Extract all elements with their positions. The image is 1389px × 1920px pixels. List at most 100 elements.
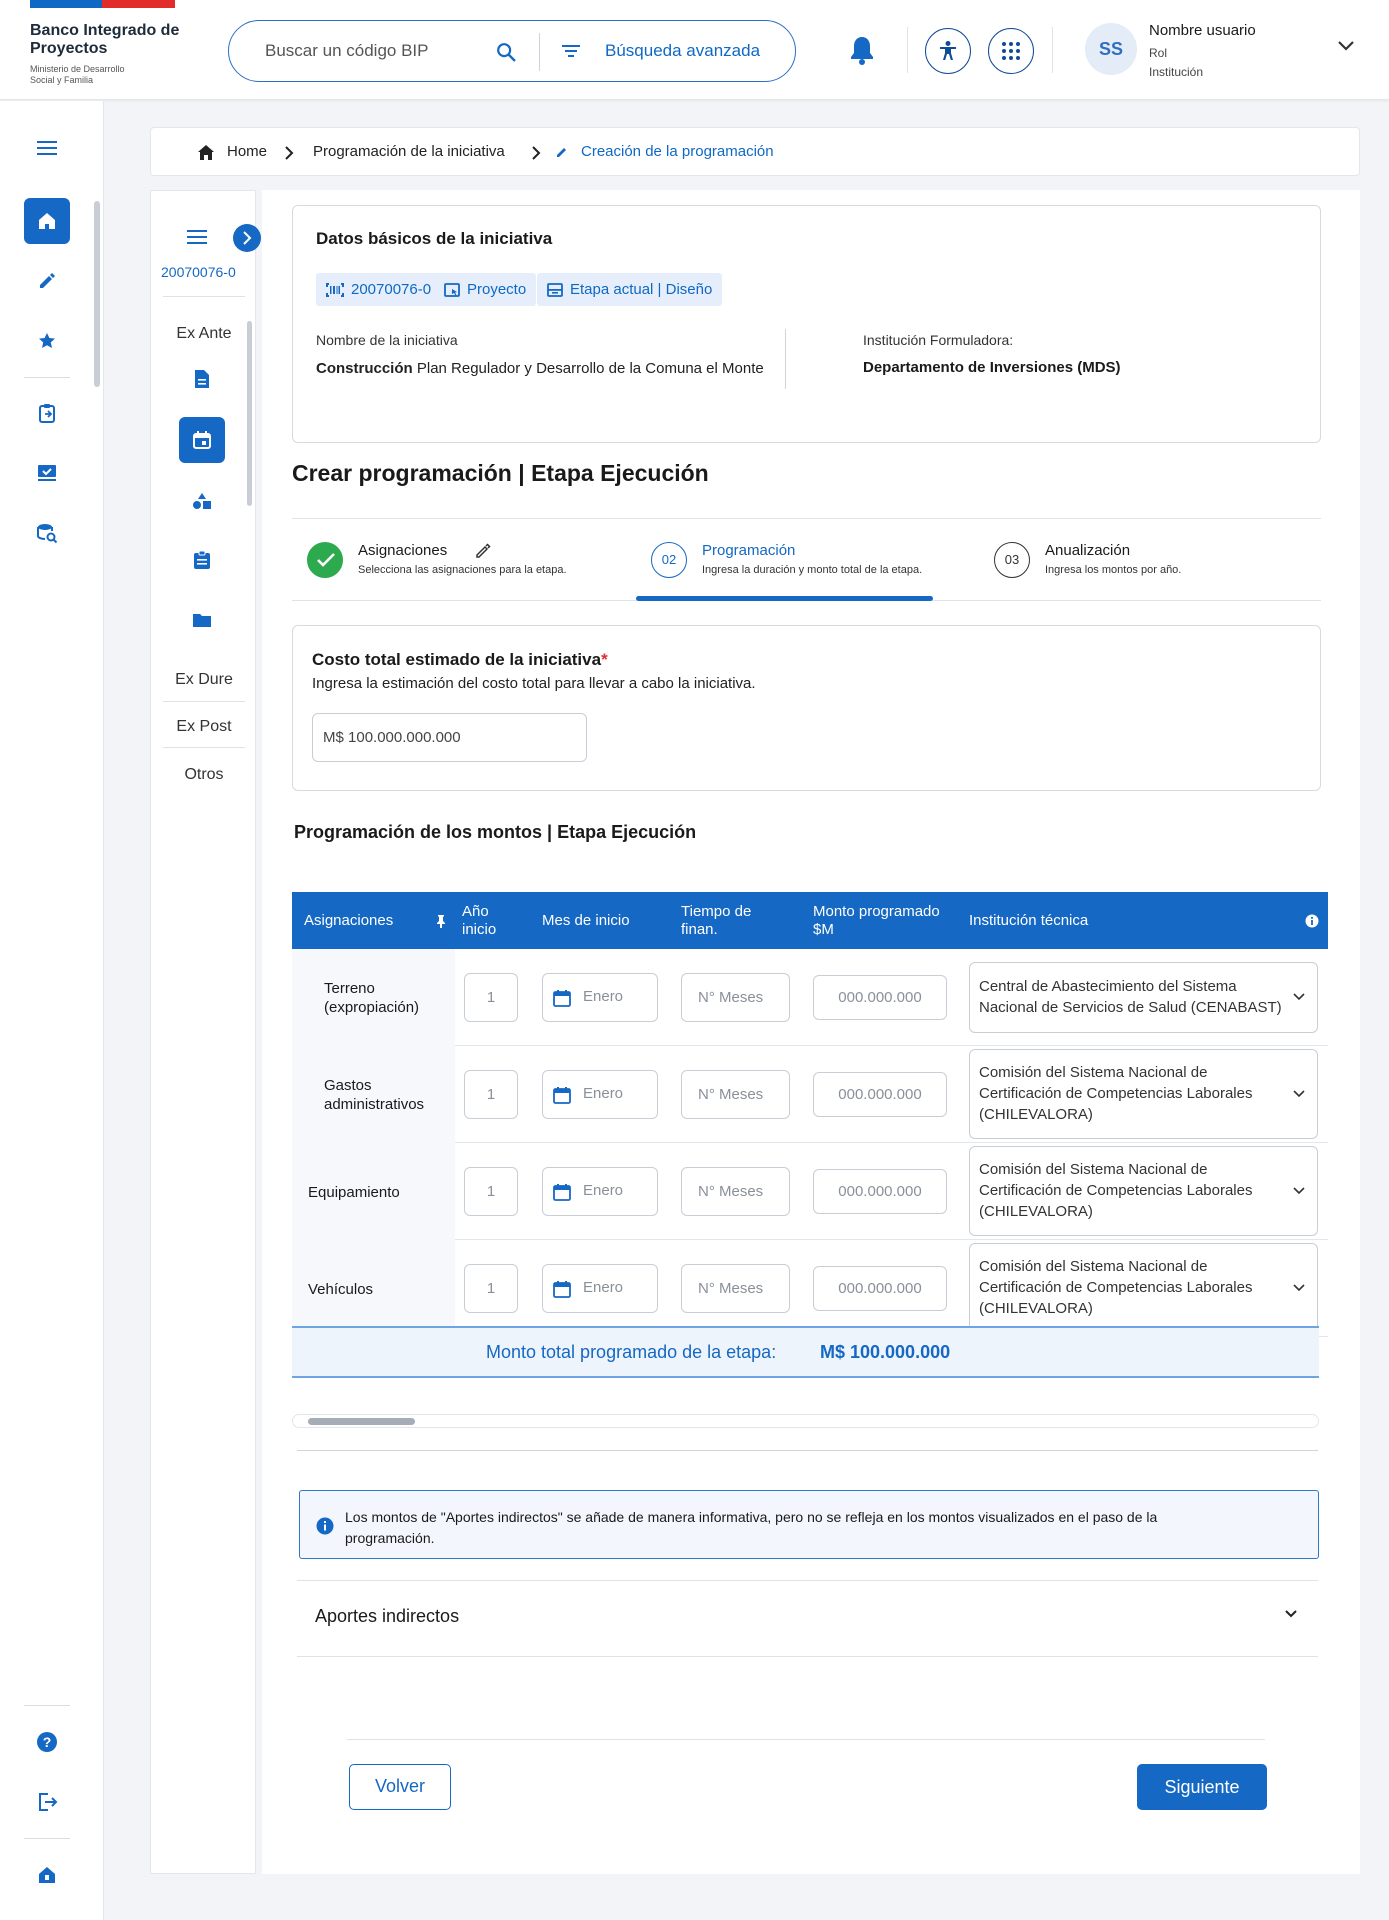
total-cost-description: Ingresa la estimación del costo total pa… bbox=[312, 675, 756, 692]
brand-logo[interactable]: Banco Integrado de Proyectos Ministerio … bbox=[30, 22, 190, 86]
sidebar-ex-dure[interactable]: Ex Dure bbox=[151, 671, 257, 689]
search-bar[interactable]: Buscar un código BIP Búsqueda avanzada bbox=[228, 20, 796, 82]
pin-icon[interactable] bbox=[435, 914, 447, 928]
check-icon bbox=[307, 542, 343, 578]
chevron-down-icon bbox=[1293, 1090, 1305, 1098]
filter-icon bbox=[561, 42, 581, 60]
month-picker[interactable]: Enero bbox=[542, 1070, 658, 1119]
institution-label: Institución Formuladora: bbox=[863, 332, 1014, 348]
breadcrumb-home[interactable]: Home bbox=[227, 143, 267, 160]
star-icon[interactable] bbox=[24, 318, 70, 364]
menu-icon[interactable] bbox=[187, 229, 207, 245]
chevron-down-icon bbox=[1293, 1284, 1305, 1292]
sidebar-ex-ante[interactable]: Ex Ante bbox=[151, 325, 257, 343]
amount-input[interactable]: 000.000.000 bbox=[813, 975, 947, 1020]
database-search-icon[interactable] bbox=[24, 510, 70, 556]
left-rail: ? bbox=[0, 101, 104, 1920]
brand-flag bbox=[30, 0, 175, 8]
basic-data-title: Datos básicos de la iniciativa bbox=[316, 229, 553, 248]
chevron-right-icon bbox=[243, 231, 252, 245]
month-picker[interactable]: Enero bbox=[542, 1264, 658, 1313]
year-input[interactable]: 1 bbox=[464, 973, 518, 1022]
rail-scrollbar[interactable] bbox=[94, 201, 100, 387]
sidebar-otros[interactable]: Otros bbox=[151, 766, 257, 784]
months-input[interactable]: N° Meses bbox=[681, 973, 790, 1022]
bell-icon[interactable] bbox=[848, 34, 876, 66]
chevron-down-icon[interactable] bbox=[1284, 1609, 1298, 1619]
table-row: Equipamiento 1 Enero N° Meses 000.000.00… bbox=[292, 1143, 1328, 1240]
total-cost-card: Costo total estimado de la iniciativa* I… bbox=[292, 625, 1321, 791]
accordion-aportes-indirectos[interactable]: Aportes indirectos bbox=[315, 1606, 459, 1627]
advanced-search-link[interactable]: Búsqueda avanzada bbox=[605, 41, 760, 61]
row-asignacion: Equipamiento bbox=[308, 1184, 400, 1201]
help-icon[interactable]: ? bbox=[24, 1719, 70, 1765]
initiative-name-value: Construcción Plan Regulador y Desarrollo… bbox=[316, 360, 764, 377]
expand-sidebar-button[interactable] bbox=[233, 224, 261, 252]
institution-select[interactable]: Comisión del Sistema Nacional de Certific… bbox=[969, 1146, 1318, 1236]
table-row: Gastos administrativos 1 Enero N° Meses 0… bbox=[292, 1046, 1328, 1143]
month-picker[interactable]: Enero bbox=[542, 973, 658, 1022]
total-cost-input[interactable]: M$ 100.000.000.000 bbox=[312, 713, 587, 762]
home-icon[interactable] bbox=[24, 198, 70, 244]
info-icon[interactable] bbox=[1305, 914, 1319, 928]
institution-select[interactable]: Central de Abastecimiento del Sistema Nac… bbox=[969, 962, 1318, 1033]
barcode-icon bbox=[326, 282, 344, 297]
institution-select[interactable]: Comisión del Sistema Nacional de Certific… bbox=[969, 1243, 1318, 1333]
amount-input[interactable]: 000.000.000 bbox=[813, 1072, 947, 1117]
menu-icon[interactable] bbox=[24, 125, 70, 171]
sidebar-ex-post[interactable]: Ex Post bbox=[151, 718, 257, 736]
stage-icon bbox=[547, 282, 563, 297]
apps-button[interactable] bbox=[988, 28, 1034, 74]
brand-subtitle: Ministerio de Desarrollo Social y Famili… bbox=[30, 64, 125, 85]
year-input[interactable]: 1 bbox=[464, 1070, 518, 1119]
total-value: M$ 100.000.000 bbox=[820, 1342, 951, 1362]
clipboard-icon[interactable] bbox=[24, 390, 70, 436]
project-icon bbox=[444, 282, 460, 297]
user-name: Nombre usuario bbox=[1149, 22, 1256, 39]
basic-data-card: Datos básicos de la iniciativa 20070076-… bbox=[292, 205, 1321, 443]
month-picker[interactable]: Enero bbox=[542, 1167, 658, 1216]
col-tiempo: Tiempo de finan. bbox=[681, 903, 752, 938]
total-row: Monto total programado de la etapa: M$ 1… bbox=[292, 1326, 1319, 1378]
sidebar-scrollbar[interactable] bbox=[247, 321, 252, 506]
amount-input[interactable]: 000.000.000 bbox=[813, 1169, 947, 1214]
breadcrumb-programacion[interactable]: Programación de la iniciativa bbox=[313, 143, 505, 160]
next-button[interactable]: Siguiente bbox=[1137, 1764, 1267, 1810]
table-header: Asignaciones Año inicio Mes de inicio Tie… bbox=[292, 892, 1328, 949]
year-input[interactable]: 1 bbox=[464, 1264, 518, 1313]
main-content: Datos básicos de la iniciativa 20070076-… bbox=[262, 190, 1360, 1874]
logout-icon[interactable] bbox=[24, 1779, 70, 1825]
edit-icon bbox=[557, 148, 566, 157]
back-button[interactable]: Volver bbox=[349, 1764, 451, 1810]
document-icon[interactable] bbox=[179, 356, 225, 402]
clipboard-list-icon[interactable] bbox=[179, 537, 225, 583]
accessibility-button[interactable] bbox=[925, 28, 971, 74]
institution-select[interactable]: Comisión del Sistema Nacional de Certific… bbox=[969, 1049, 1318, 1139]
chevron-down-icon[interactable] bbox=[1337, 40, 1355, 52]
step-description: Ingresa la duración y monto total de la … bbox=[702, 564, 923, 576]
house-lock-icon[interactable] bbox=[24, 1852, 70, 1898]
step-title: Anualización bbox=[1045, 542, 1131, 559]
type-chip: Proyecto bbox=[434, 273, 537, 306]
folder-icon[interactable] bbox=[179, 597, 225, 643]
accessibility-icon bbox=[940, 41, 956, 60]
edit-icon[interactable] bbox=[475, 543, 491, 559]
shapes-icon[interactable] bbox=[179, 478, 225, 524]
row-asignacion: Vehículos bbox=[308, 1281, 374, 1298]
search-input[interactable]: Buscar un código BIP bbox=[265, 41, 428, 61]
total-label: Monto total programado de la etapa: bbox=[486, 1342, 777, 1362]
avatar[interactable]: SS bbox=[1085, 23, 1137, 75]
edit-icon[interactable] bbox=[24, 258, 70, 304]
table-horizontal-scrollbar[interactable] bbox=[292, 1414, 1319, 1428]
search-icon[interactable] bbox=[495, 41, 517, 63]
monitor-check-icon[interactable] bbox=[24, 450, 70, 496]
months-input[interactable]: N° Meses bbox=[681, 1167, 790, 1216]
step-number: 03 bbox=[994, 542, 1030, 578]
calendar-icon[interactable] bbox=[179, 417, 225, 463]
institution-value: Departamento de Inversiones (MDS) bbox=[863, 359, 1121, 376]
step-number: 02 bbox=[651, 542, 687, 578]
amount-input[interactable]: 000.000.000 bbox=[813, 1266, 947, 1311]
months-input[interactable]: N° Meses bbox=[681, 1070, 790, 1119]
months-input[interactable]: N° Meses bbox=[681, 1264, 790, 1313]
year-input[interactable]: 1 bbox=[464, 1167, 518, 1216]
